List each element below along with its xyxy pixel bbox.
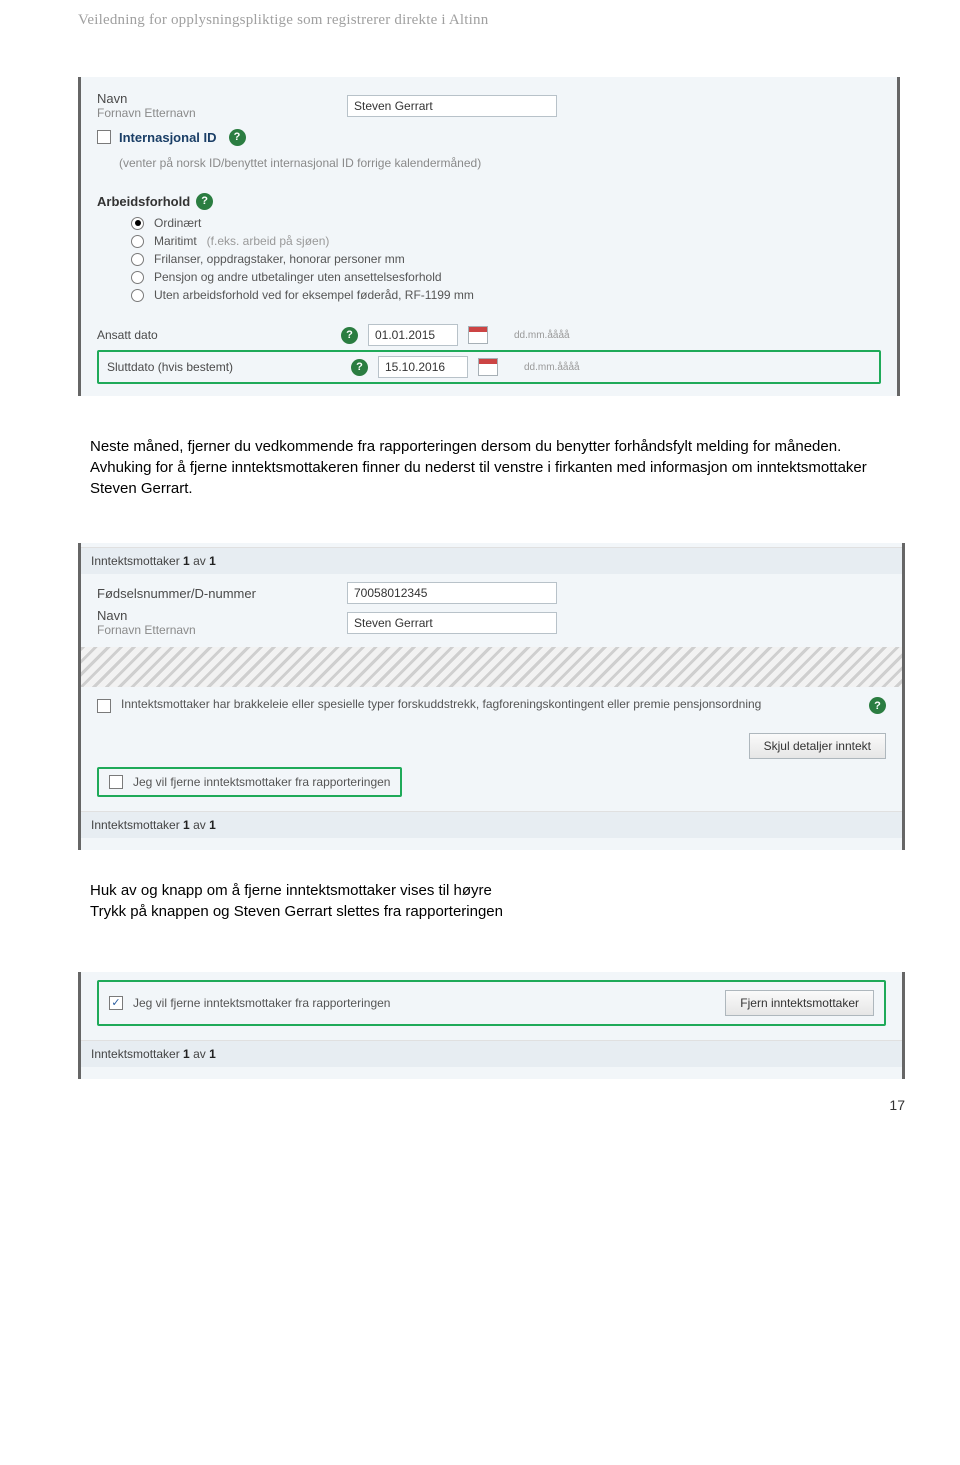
navn-input[interactable]: [347, 612, 557, 634]
fjern-label: Jeg vil fjerne inntektsmottaker fra rapp…: [133, 996, 390, 1010]
counter-mid: av: [190, 1047, 209, 1061]
intl-id-label: Internasjonal ID: [119, 130, 217, 145]
skjul-detaljer-button[interactable]: Skjul detaljer inntekt: [749, 733, 886, 759]
counter-a: 1: [183, 818, 190, 832]
sluttdato-highlight: Sluttdato (hvis bestemt) ? dd.mm.åååå: [97, 350, 881, 384]
radio-label: Frilanser, oppdragstaker, honorar person…: [154, 252, 405, 266]
fnr-input[interactable]: [347, 582, 557, 604]
brakkeleie-checkbox[interactable]: [97, 699, 111, 713]
counter-prefix: Inntektsmottaker: [91, 554, 183, 568]
panel-inntektsmottaker: Inntektsmottaker 1 av 1 Fødselsnummer/D-…: [78, 543, 905, 850]
counter-b: 1: [209, 818, 216, 832]
paragraph: Neste måned, fjerner du vedkommende fra …: [90, 436, 880, 457]
radio-ordinaert[interactable]: [131, 217, 144, 230]
fjern-highlight: Jeg vil fjerne inntektsmottaker fra rapp…: [97, 767, 402, 797]
intl-id-hint: (venter på norsk ID/benyttet internasjon…: [119, 156, 481, 170]
sluttdato-label: Sluttdato (hvis bestemt): [107, 360, 233, 374]
help-icon[interactable]: ?: [229, 129, 246, 146]
radio-pensjon[interactable]: [131, 271, 144, 284]
radio-label: Ordinært: [154, 216, 201, 230]
radio-label: Pensjon og andre utbetalinger uten anset…: [154, 270, 442, 284]
help-icon[interactable]: ?: [341, 327, 358, 344]
navn-sub: Fornavn Etternavn: [97, 106, 347, 120]
paragraph: Avhuking for å fjerne inntektsmottakeren…: [90, 457, 880, 499]
page-number: 17: [0, 1079, 960, 1133]
counter-a: 1: [183, 1047, 190, 1061]
intl-id-checkbox[interactable]: [97, 130, 111, 144]
brakkeleie-label: Inntektsmottaker har brakkeleie eller sp…: [121, 697, 855, 711]
counter-b: 1: [209, 554, 216, 568]
radio-label: Maritimt: [154, 234, 197, 248]
radio-label: Uten arbeidsforhold ved for eksempel fød…: [154, 288, 474, 302]
fjern-checkbox-checked[interactable]: [109, 996, 123, 1010]
help-icon[interactable]: ?: [869, 697, 886, 714]
date-format-hint: dd.mm.åååå: [514, 330, 570, 341]
paragraph: Trykk på knappen og Steven Gerrart slett…: [90, 901, 880, 922]
navn-input[interactable]: [347, 95, 557, 117]
calendar-icon[interactable]: [478, 358, 498, 376]
counter-prefix: Inntektsmottaker: [91, 818, 183, 832]
radio-hint: (f.eks. arbeid på sjøen): [207, 234, 330, 248]
calendar-icon[interactable]: [468, 326, 488, 344]
arbeidsforhold-label: Arbeidsforhold: [97, 194, 190, 209]
redacted-area: [81, 647, 902, 687]
counter-mid: av: [190, 818, 209, 832]
page-header: Veiledning for opplysningspliktige som r…: [0, 0, 960, 29]
counter-mid: av: [190, 554, 209, 568]
counter-b: 1: [209, 1047, 216, 1061]
panel-fjern-bekreft: Jeg vil fjerne inntektsmottaker fra rapp…: [78, 972, 905, 1079]
help-icon[interactable]: ?: [196, 193, 213, 210]
panel-arbeidsforhold: Navn Fornavn Etternavn Internasjonal ID …: [78, 77, 900, 396]
help-icon[interactable]: ?: [351, 359, 368, 376]
fjern-label: Jeg vil fjerne inntektsmottaker fra rapp…: [133, 775, 390, 789]
counter-prefix: Inntektsmottaker: [91, 1047, 183, 1061]
radio-uten[interactable]: [131, 289, 144, 302]
ansatt-dato-label: Ansatt dato: [97, 328, 158, 342]
ansatt-dato-input[interactable]: [368, 324, 458, 346]
fjern-highlight-row: Jeg vil fjerne inntektsmottaker fra rapp…: [97, 980, 886, 1026]
sluttdato-input[interactable]: [378, 356, 468, 378]
navn-label: Navn: [97, 608, 347, 623]
radio-maritimt[interactable]: [131, 235, 144, 248]
paragraph: Huk av og knapp om å fjerne inntektsmott…: [90, 880, 880, 901]
fjern-checkbox[interactable]: [109, 775, 123, 789]
navn-sub: Fornavn Etternavn: [97, 623, 347, 637]
navn-label: Navn: [97, 91, 347, 106]
fjern-inntektsmottaker-button[interactable]: Fjern inntektsmottaker: [725, 990, 874, 1016]
radio-frilanser[interactable]: [131, 253, 144, 266]
fnr-label: Fødselsnummer/D-nummer: [97, 586, 347, 601]
counter-a: 1: [183, 554, 190, 568]
date-format-hint: dd.mm.åååå: [524, 362, 580, 373]
